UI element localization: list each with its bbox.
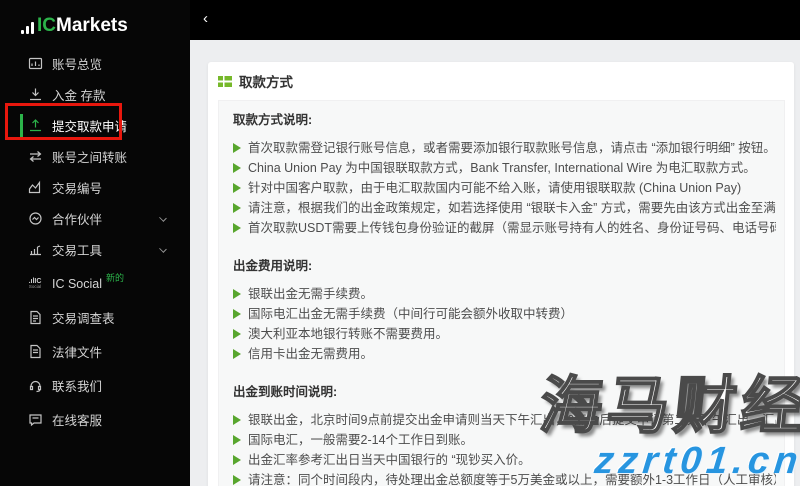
bullet-arrow-icon <box>233 183 241 193</box>
section-heading: 取款方式说明: <box>233 113 313 127</box>
sidebar-item-questionnaire[interactable]: 交易调查表 <box>0 302 190 333</box>
bullet-arrow-icon <box>233 349 241 359</box>
sidebar: IC Markets 账号总览 入金 存款 提交取款申请 账号之间转账 交易编号… <box>0 0 190 486</box>
transfer-icon <box>27 149 43 165</box>
list-icon <box>218 75 232 87</box>
sidebar-item-label: 在线客服 <box>52 414 103 428</box>
legal-documents-icon <box>27 344 43 360</box>
chat-icon <box>27 412 43 428</box>
chevron-down-icon <box>159 214 167 222</box>
bullet-arrow-icon <box>233 289 241 299</box>
sidebar-item-deposit[interactable]: 入金 存款 <box>0 79 190 110</box>
page-title: 取款方式 <box>239 75 293 90</box>
sidebar-item-live-chat[interactable]: 在线客服 <box>0 404 190 435</box>
list-item: 针对中国客户取款，由于电汇取款国内可能不给入账，请使用银联取款 (China U… <box>233 178 776 198</box>
bullet-arrow-icon <box>233 329 241 339</box>
section-heading: 出金费用说明: <box>233 259 313 273</box>
bullet-arrow-icon <box>233 415 241 425</box>
sidebar-item-trade-history[interactable]: 交易编号 <box>0 172 190 203</box>
sidebar-item-label: 联系我们 <box>52 380 103 394</box>
sidebar-item-label: 入金 存款 <box>52 89 106 103</box>
bullet-arrow-icon <box>233 163 241 173</box>
list-item: 请注意：同个时间段内，待处理出金总额度等于5万美金或以上，需要额外1-3工作日（… <box>233 470 776 486</box>
bullet-arrow-icon <box>233 223 241 233</box>
ic-social-icon: .ılIC Social <box>28 277 42 289</box>
sidebar-item-contact-us[interactable]: 联系我们 <box>0 370 190 401</box>
new-badge: 新的 <box>106 273 125 283</box>
sidebar-item-label: 交易工具 <box>52 244 103 258</box>
list-item: 信用卡出金无需费用。 <box>233 344 776 364</box>
trade-history-icon <box>27 180 43 196</box>
partners-icon <box>27 211 43 227</box>
sidebar-item-label: 账号总览 <box>52 58 103 72</box>
sidebar-item-transfer[interactable]: 账号之间转账 <box>0 141 190 172</box>
list-item: 国际电汇，一般需要2-14个工作日到账。 <box>233 430 776 450</box>
chevron-down-icon <box>159 245 167 253</box>
card-header: 取款方式 <box>208 62 794 100</box>
headset-icon <box>27 378 43 394</box>
sidebar-item-label: 合作伙伴 <box>52 213 103 227</box>
sidebar-item-account-overview[interactable]: 账号总览 <box>0 48 190 79</box>
withdrawal-info-panel: 取款方式说明: 首次取款需登记银行账号信息，或者需要添加银行取款账号信息，请点击… <box>218 100 785 486</box>
sidebar-item-withdraw[interactable]: 提交取款申请 <box>0 110 190 141</box>
logo-text-markets: Markets <box>56 15 128 36</box>
sidebar-item-partners[interactable]: 合作伙伴 <box>0 203 190 234</box>
trading-tools-icon <box>27 242 43 258</box>
logo-text-ic: IC <box>37 15 56 36</box>
list-item: 澳大利亚本地银行转账不需要费用。 <box>233 324 776 344</box>
ic-markets-logo[interactable]: IC Markets <box>21 13 128 37</box>
sidebar-item-legal-documents[interactable]: 法律文件 <box>0 336 190 367</box>
list-item: 国际电汇出金无需手续费（中间行可能会额外收取中转费） <box>233 304 776 324</box>
sidebar-item-label: 交易编号 <box>52 182 103 196</box>
bullet-arrow-icon <box>233 203 241 213</box>
list-item: 首次取款需登记银行账号信息，或者需要添加银行取款账号信息，请点击 “添加银行明细… <box>233 138 776 158</box>
sidebar-item-label: 交易调查表 <box>52 312 115 326</box>
bullet-arrow-icon <box>233 143 241 153</box>
list-item: 首次取款USDT需要上传钱包身份验证的截屏（需显示账号持有人的姓名、身份证号码、… <box>233 218 776 238</box>
list-item: 请注意，根据我们的出金政策规定，如若选择使用 “银联卡入金” 方式，需要先由该方… <box>233 198 776 218</box>
questionnaire-icon <box>27 310 43 326</box>
sidebar-item-ic-social[interactable]: .ılIC Social IC Social 新的 <box>0 268 190 299</box>
bullet-arrow-icon <box>233 475 241 485</box>
bullet-arrow-icon <box>233 309 241 319</box>
sidebar-item-label: 法律文件 <box>52 346 103 360</box>
main-content: 取款方式 取款方式说明: 首次取款需登记银行账号信息，或者需要添加银行取款账号信… <box>190 40 800 486</box>
list-item: 银联出金无需手续费。 <box>233 284 776 304</box>
section-heading: 出金到账时间说明: <box>233 385 338 399</box>
list-item: 银联出金，北京时间9点前提交出金申请则当天下午汇出，9点之后提交申请第二天下午汇… <box>233 410 776 430</box>
sidebar-item-label: 账号之间转账 <box>52 151 128 165</box>
sidebar-nav: 账号总览 入金 存款 提交取款申请 账号之间转账 交易编号 合作伙伴 交易工具 … <box>0 48 190 435</box>
active-indicator-bar <box>20 114 23 137</box>
bullet-arrow-icon <box>233 435 241 445</box>
bullet-arrow-icon <box>233 455 241 465</box>
list-item: China Union Pay 为中国银联取款方式，Bank Transfer,… <box>233 158 776 178</box>
sidebar-item-label: IC Social <box>52 276 103 291</box>
account-overview-icon <box>27 56 43 72</box>
topbar: ‹ <box>190 0 800 40</box>
withdrawal-methods-card: 取款方式 取款方式说明: 首次取款需登记银行账号信息，或者需要添加银行取款账号信… <box>208 62 794 486</box>
withdraw-icon <box>27 118 43 134</box>
list-item: 出金汇率参考汇出日当天中国银行的 “现钞买入价。 <box>233 450 776 470</box>
sidebar-collapse-icon[interactable]: ‹ <box>203 10 208 28</box>
sidebar-item-label: 提交取款申请 <box>52 120 128 134</box>
deposit-icon <box>27 87 43 103</box>
logo-bars-icon <box>21 22 34 34</box>
sidebar-item-trading-tools[interactable]: 交易工具 <box>0 234 190 265</box>
